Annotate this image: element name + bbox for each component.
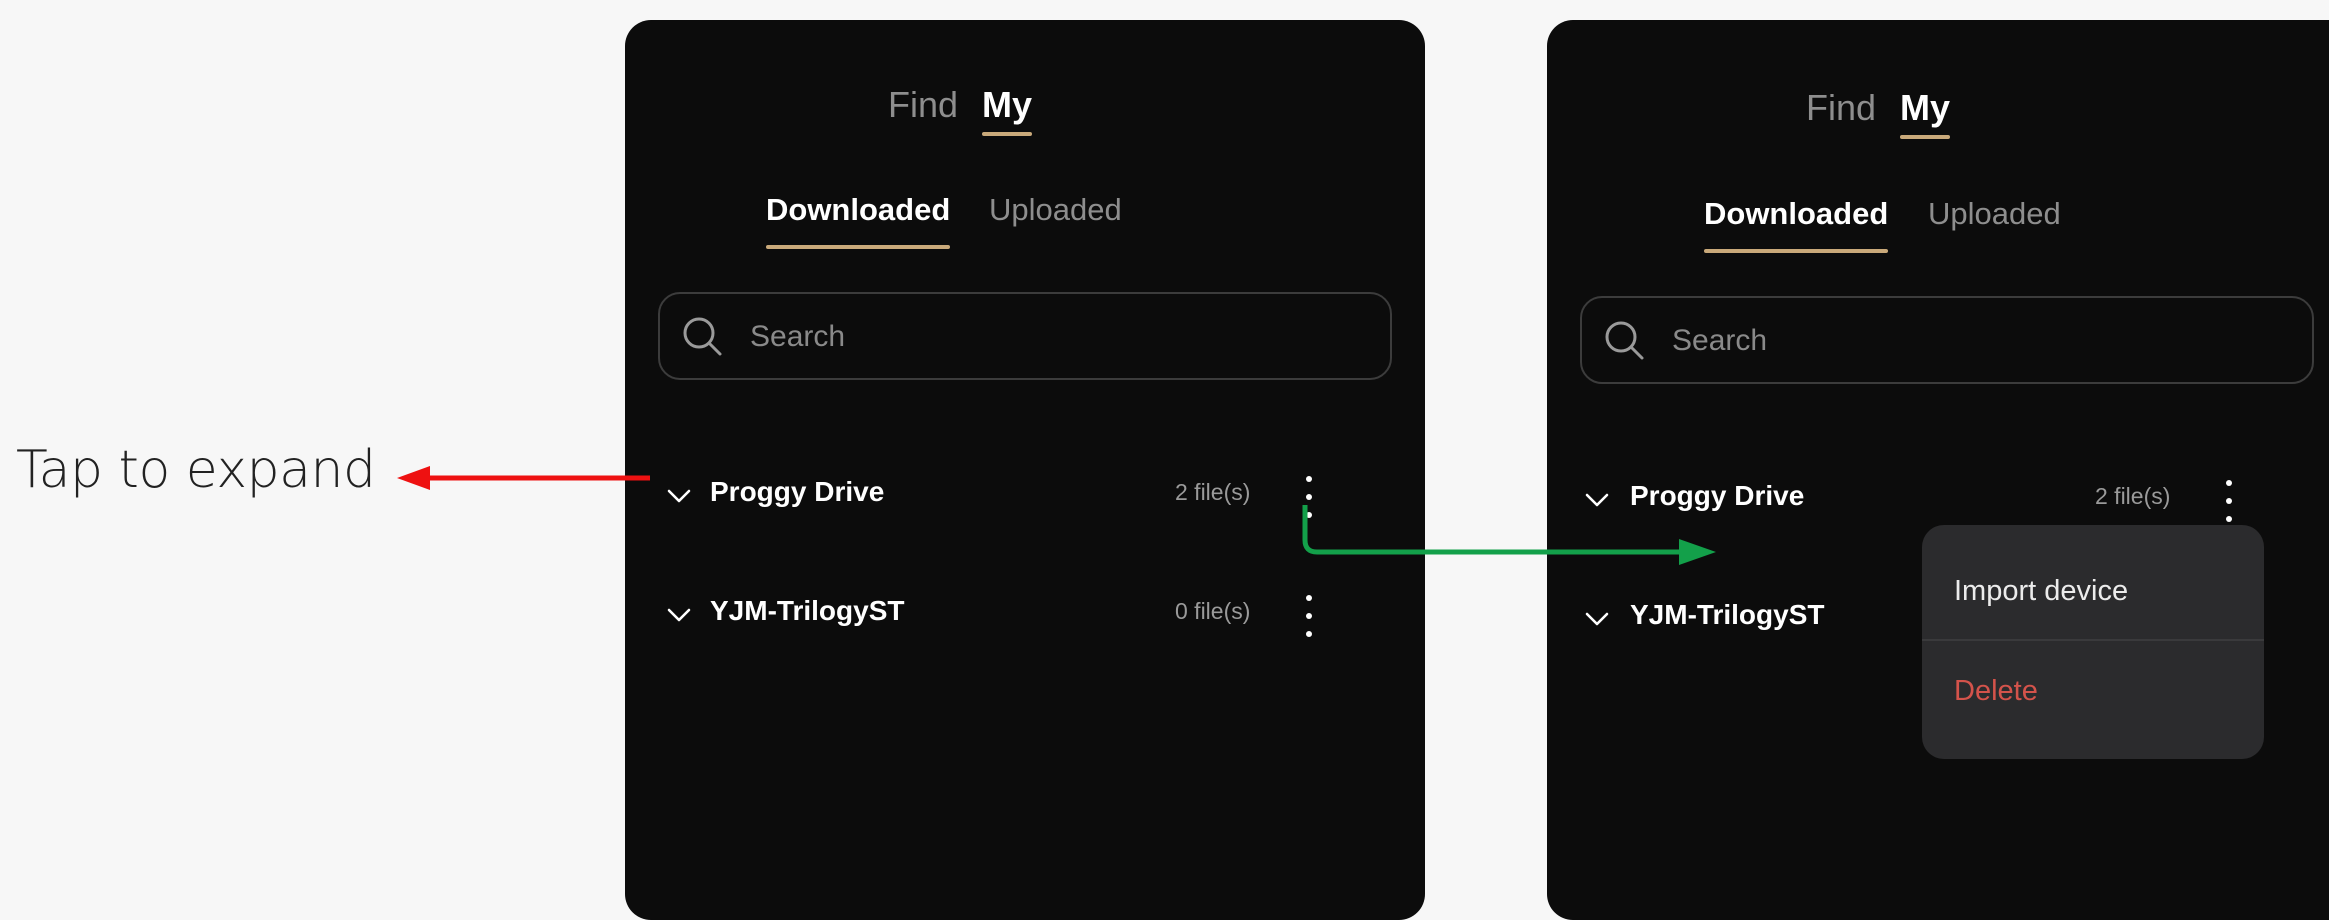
file-count: 0 file(s) [1175,598,1251,624]
device-row-yjm-trilogyst[interactable]: YJM-TrilogyST 0 file(s) [625,583,1425,653]
tab-my[interactable]: My [982,84,1033,136]
file-count: 2 file(s) [1175,479,1251,505]
menu-divider [1922,639,2264,641]
tab-find-label: Find [1806,87,1877,128]
sub-tabs: Downloaded Uploaded [625,192,1425,272]
subtab-downloaded[interactable]: Downloaded [766,192,951,249]
search-box[interactable] [1580,296,2314,384]
phone-screen-before: Find My Downloaded Uploaded Proggy Drive… [625,20,1425,920]
chevron-down-icon[interactable] [665,482,693,510]
more-options-icon[interactable] [1297,464,1321,534]
more-options-icon[interactable] [1297,583,1321,653]
file-count: 2 file(s) [2095,483,2171,509]
search-input[interactable] [1670,298,2274,384]
phone-screen-after: Find My Downloaded Uploaded Proggy Drive… [1547,20,2329,920]
search-box[interactable] [658,292,1392,380]
subtab-uploaded[interactable]: Uploaded [1928,196,2061,232]
search-input[interactable] [748,294,1352,380]
tab-my[interactable]: My [1900,87,1951,139]
device-context-menu: Import device Delete [1922,525,2264,759]
tab-my-underline [982,132,1033,136]
search-icon [1605,321,1644,360]
chevron-down-icon[interactable] [665,601,693,629]
tap-arrow [397,466,650,490]
device-name: YJM-TrilogyST [710,595,905,626]
subtab-uploaded[interactable]: Uploaded [989,192,1122,228]
sub-tabs: Downloaded Uploaded [1547,196,2329,276]
tab-find[interactable]: Find [1806,87,1876,129]
tab-my-label: My [982,84,1033,125]
subtab-downloaded-label: Downloaded [766,192,951,227]
main-tabs: Find My [1547,87,2329,167]
subtab-downloaded-underline [766,245,951,249]
chevron-down-icon[interactable] [1583,486,1611,514]
subtab-uploaded-label: Uploaded [989,192,1122,227]
device-row-proggy-drive[interactable]: Proggy Drive 2 file(s) [625,464,1425,534]
tab-find[interactable]: Find [888,84,958,126]
tab-my-underline [1900,135,1951,139]
tab-find-label: Find [888,84,959,125]
delete-menu-item[interactable]: Delete [1954,675,2038,708]
search-icon [683,317,722,356]
device-name: Proggy Drive [1630,480,1805,511]
chevron-down-icon[interactable] [1583,605,1611,633]
main-tabs: Find My [625,84,1425,164]
subtab-downloaded[interactable]: Downloaded [1704,196,1889,253]
subtab-downloaded-label: Downloaded [1704,196,1889,231]
tab-my-label: My [1900,87,1951,128]
subtab-downloaded-underline [1704,249,1889,253]
subtab-uploaded-label: Uploaded [1928,196,2061,231]
tap-to-expand-label: Tap to expand [16,440,376,500]
device-name: YJM-TrilogyST [1630,599,1825,630]
device-name: Proggy Drive [710,476,885,507]
import-device-menu-item[interactable]: Import device [1954,575,2128,608]
